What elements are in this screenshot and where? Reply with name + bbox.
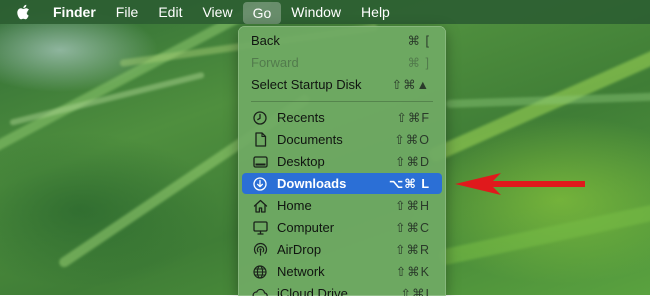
menu-item-shortcut: ⇧⌘H xyxy=(395,198,430,213)
computer-icon xyxy=(252,220,268,236)
menu-item-computer[interactable]: Computer ⇧⌘C xyxy=(242,217,442,238)
menu-item-documents[interactable]: Documents ⇧⌘O xyxy=(242,129,442,150)
menu-go[interactable]: Go xyxy=(243,2,282,24)
menu-item-label: Desktop xyxy=(277,154,325,169)
menu-item-shortcut: ⇧⌘▲ xyxy=(392,77,430,92)
menu-item-label: Computer xyxy=(277,220,334,235)
cloud-icon xyxy=(252,286,268,296)
menu-item-shortcut: ⇧⌘F xyxy=(396,110,430,125)
menu-item-label: Select Startup Disk xyxy=(251,77,362,92)
menu-item-home[interactable]: Home ⇧⌘H xyxy=(242,195,442,216)
menu-item-label: Downloads xyxy=(277,176,346,191)
menu-edit[interactable]: Edit xyxy=(148,0,192,24)
menu-item-label: Recents xyxy=(277,110,325,125)
menu-item-forward[interactable]: Forward ⌘ ] xyxy=(242,52,442,73)
menu-bar: Finder File Edit View Go Window Help xyxy=(0,0,650,24)
menu-window[interactable]: Window xyxy=(281,0,351,24)
menu-item-shortcut: ⌥⌘ L xyxy=(389,176,430,191)
go-menu-dropdown: Back ⌘ [ Forward ⌘ ] Select Startup Disk… xyxy=(238,26,446,296)
menu-item-downloads[interactable]: Downloads ⌥⌘ L xyxy=(242,173,442,194)
menu-item-shortcut: ⇧⌘D xyxy=(395,154,430,169)
menu-item-shortcut: ⇧⌘O xyxy=(394,132,430,147)
menu-item-label: Forward xyxy=(251,55,299,70)
menu-item-shortcut: ⇧⌘K xyxy=(396,264,430,279)
home-icon xyxy=(252,198,268,214)
menu-item-back[interactable]: Back ⌘ [ xyxy=(242,30,442,51)
menu-item-recents[interactable]: Recents ⇧⌘F xyxy=(242,107,442,128)
menu-item-shortcut: ⌘ [ xyxy=(408,33,430,48)
apple-menu-icon[interactable] xyxy=(17,4,31,20)
menu-item-shortcut: ⇧⌘C xyxy=(395,220,430,235)
clock-icon xyxy=(252,110,268,126)
menu-item-shortcut: ⌘ ] xyxy=(408,55,430,70)
menu-item-airdrop[interactable]: AirDrop ⇧⌘R xyxy=(242,239,442,260)
menu-finder[interactable]: Finder xyxy=(53,0,106,24)
desktop-icon xyxy=(252,154,268,170)
menu-item-icloud-drive[interactable]: iCloud Drive ⇧⌘I xyxy=(242,283,442,296)
menu-item-label: AirDrop xyxy=(277,242,321,257)
menu-item-label: Home xyxy=(277,198,312,213)
menu-item-label: Network xyxy=(277,264,325,279)
menu-item-label: Documents xyxy=(277,132,343,147)
globe-icon xyxy=(252,264,268,280)
download-icon xyxy=(252,176,268,192)
menu-item-network[interactable]: Network ⇧⌘K xyxy=(242,261,442,282)
airdrop-icon xyxy=(252,242,268,258)
document-icon xyxy=(252,132,268,148)
red-arrow-annotation xyxy=(453,172,588,201)
menu-item-select-startup-disk[interactable]: Select Startup Disk ⇧⌘▲ xyxy=(242,74,442,95)
menu-help[interactable]: Help xyxy=(351,0,400,24)
menu-separator xyxy=(251,101,433,102)
menu-view[interactable]: View xyxy=(192,0,242,24)
menu-item-desktop[interactable]: Desktop ⇧⌘D xyxy=(242,151,442,172)
menu-item-shortcut: ⇧⌘R xyxy=(395,242,430,257)
menu-item-label: Back xyxy=(251,33,280,48)
menu-file[interactable]: File xyxy=(106,0,149,24)
